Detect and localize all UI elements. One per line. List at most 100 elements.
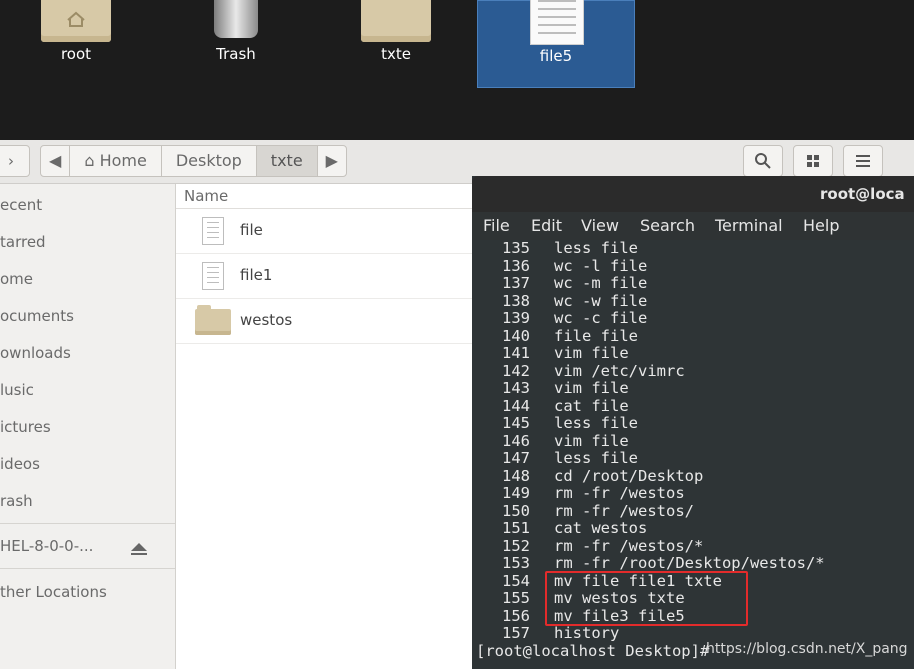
breadcrumb-desktop[interactable]: Desktop [162, 146, 257, 176]
history-number: 136 [502, 256, 530, 275]
breadcrumb-left-button[interactable]: ◀ [41, 146, 71, 176]
history-command: vim file [554, 379, 629, 397]
history-number: 141 [502, 344, 530, 362]
column-header-label: Name [184, 187, 229, 205]
history-command: cat westos [554, 519, 648, 537]
sidebar-item-home[interactable]: ome [0, 264, 33, 294]
desktop-icon-root[interactable]: root [21, 0, 131, 88]
menu-edit[interactable]: Edit [531, 212, 562, 240]
folder-icon [361, 0, 431, 42]
menu-terminal[interactable]: Terminal [715, 212, 783, 240]
history-command: file file [554, 326, 638, 345]
chevron-left-icon: ◀ [49, 151, 62, 170]
sidebar-item-device[interactable]: HEL-8-0-0-... [0, 531, 93, 561]
sidebar-item-starred[interactable]: tarred [0, 227, 46, 257]
desktop-icon-label: Trash [216, 45, 256, 63]
search-button[interactable] [743, 145, 783, 177]
history-command: rm -fr /westos/* [554, 536, 704, 555]
breadcrumb-current[interactable]: txte [256, 146, 318, 176]
file-name: westos [240, 311, 293, 329]
desktop-icon-label: root [60, 45, 92, 63]
menu-search[interactable]: Search [640, 212, 695, 240]
history-command: wc -c file [554, 309, 648, 327]
history-number: 142 [502, 361, 530, 380]
menu-help[interactable]: Help [803, 212, 839, 240]
file-list: Name file file1 westos [176, 184, 476, 669]
history-command: cd /root/Desktop [554, 466, 704, 485]
history-command: less file [554, 449, 638, 467]
file-name: file [240, 221, 263, 239]
file-row[interactable]: file [176, 209, 476, 254]
sidebar: ecent tarred ome ocuments ownloads lusic… [0, 184, 176, 669]
history-command: less file [554, 239, 638, 257]
column-header-name[interactable]: Name [176, 184, 476, 209]
history-number: 135 [502, 239, 530, 257]
sidebar-item-downloads[interactable]: ownloads [0, 338, 71, 368]
history-number: 151 [502, 519, 530, 537]
terminal-titlebar[interactable]: root@loca [472, 176, 914, 212]
breadcrumb-right-button[interactable]: ▶ [318, 146, 346, 176]
history-number: 143 [502, 379, 530, 397]
history-number: 138 [502, 291, 530, 310]
sidebar-item-other-locations[interactable]: ther Locations [0, 577, 107, 607]
history-command: history [554, 624, 620, 642]
text-file-icon [202, 217, 224, 245]
desktop-icon-trash[interactable]: Trash [181, 0, 291, 88]
forward-button[interactable]: › [0, 145, 30, 177]
terminal-prompt: [root@localhost Desktop]# [476, 642, 710, 660]
history-command: wc -l file [554, 256, 648, 275]
history-command: vim file [554, 344, 629, 362]
sidebar-item-music[interactable]: lusic [0, 375, 34, 405]
history-number: 150 [502, 501, 530, 520]
breadcrumb-home[interactable]: ⌂ Home [70, 146, 162, 176]
sidebar-item-documents[interactable]: ocuments [0, 301, 74, 331]
folder-icon [195, 305, 231, 335]
file-row[interactable]: westos [176, 299, 476, 344]
menu-view[interactable]: View [581, 212, 619, 240]
history-number: 149 [502, 484, 530, 502]
chevron-right-icon: ▶ [325, 151, 338, 170]
desktop-icon-file5[interactable]: file5 [477, 0, 635, 88]
desktop-icon-label: txte [381, 45, 411, 63]
history-command: wc -w file [554, 291, 648, 310]
history-number: 148 [502, 466, 530, 485]
history-number: 152 [502, 536, 530, 555]
home-icon: ⌂ [84, 151, 95, 170]
trash-icon [214, 0, 258, 38]
history-number: 154 [502, 571, 530, 590]
history-command: less file [554, 414, 638, 432]
file-name: file1 [240, 266, 273, 284]
history-command: vim file [554, 431, 629, 450]
file-row[interactable]: file1 [176, 254, 476, 299]
sidebar-item-trash[interactable]: rash [0, 486, 33, 516]
sidebar-item-pictures[interactable]: ictures [0, 412, 51, 442]
desktop-icon-label: file5 [539, 47, 573, 65]
history-number: 153 [502, 554, 530, 572]
sidebar-item-recent[interactable]: ecent [0, 190, 42, 220]
chevron-right-icon: › [8, 152, 14, 170]
menu-button[interactable] [843, 145, 883, 177]
text-file-icon [202, 262, 224, 290]
history-command: rm -fr /root/Desktop/westos/* [554, 554, 825, 572]
search-icon [755, 153, 771, 169]
desktop-icon-txte[interactable]: txte [341, 0, 451, 88]
history-number: 144 [502, 396, 530, 415]
history-number: 145 [502, 414, 530, 432]
history-number: 146 [502, 431, 530, 450]
terminal-title: root@loca [820, 185, 905, 203]
history-number: 140 [502, 326, 530, 345]
view-grid-button[interactable] [793, 145, 833, 177]
history-number: 137 [502, 274, 530, 292]
history-command: cat file [554, 396, 629, 415]
breadcrumb: ◀ ⌂ Home Desktop txte ▶ [40, 145, 347, 177]
home-folder-icon [41, 0, 111, 42]
hamburger-icon [856, 155, 870, 167]
eject-icon[interactable] [131, 540, 147, 559]
sidebar-item-videos[interactable]: ideos [0, 449, 40, 479]
history-number: 139 [502, 309, 530, 327]
history-command: rm -fr /westos [554, 484, 685, 502]
document-icon [530, 0, 584, 45]
menu-file[interactable]: File [483, 212, 510, 240]
history-command: rm -fr /westos/ [554, 501, 694, 520]
sidebar-divider [0, 523, 175, 524]
